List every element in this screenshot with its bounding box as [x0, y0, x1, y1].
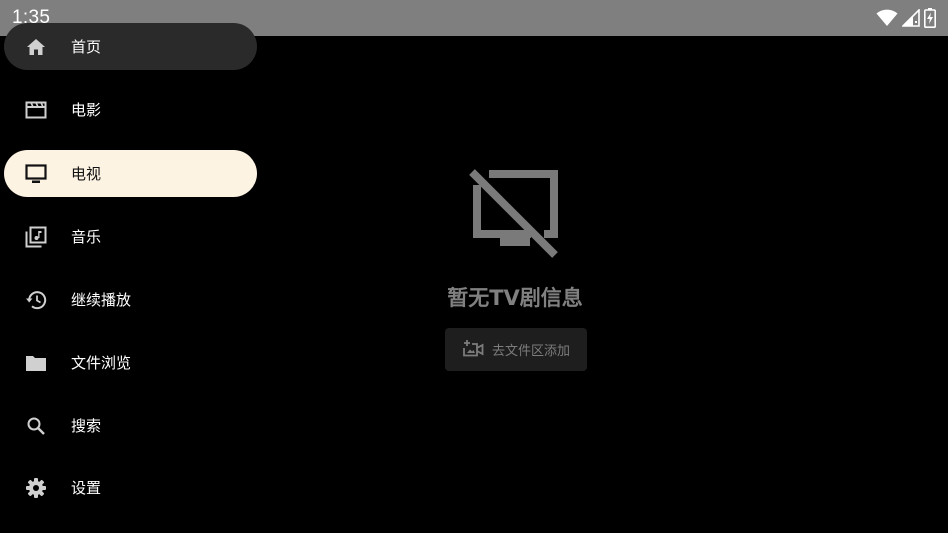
nav-item-label: 首页 — [71, 38, 102, 56]
nav-item-label: 继续播放 — [71, 291, 132, 309]
nav-item-continue-watching[interactable]: 继续播放 — [4, 276, 257, 323]
cell-signal-icon — [902, 9, 920, 27]
settings-icon — [25, 477, 47, 499]
nav-item-music[interactable]: 音乐 — [4, 213, 257, 260]
empty-state: 暂无TV剧信息 去文件区添加 — [262, 36, 948, 533]
history-icon — [25, 289, 47, 311]
empty-state-title: 暂无TV剧信息 — [447, 286, 583, 310]
add-video-icon — [462, 339, 484, 361]
tv-off-icon — [469, 169, 559, 259]
nav-item-tv[interactable]: 电视 — [4, 150, 257, 197]
nav-item-home[interactable]: 首页 — [4, 23, 257, 70]
status-icons — [876, 8, 936, 28]
nav-item-label: 文件浏览 — [71, 354, 132, 372]
nav-item-file-browser[interactable]: 文件浏览 — [4, 339, 257, 386]
home-icon — [25, 36, 47, 58]
wifi-icon — [876, 9, 898, 26]
search-icon — [25, 415, 47, 437]
nav-item-movies[interactable]: 电影 — [4, 86, 257, 133]
nav-item-settings[interactable]: 设置 — [4, 464, 257, 511]
tv-icon — [25, 163, 47, 185]
music-library-icon — [25, 226, 47, 248]
folder-icon — [25, 352, 47, 374]
nav-item-label: 音乐 — [71, 228, 102, 246]
navigation-drawer: 首页 电影 电视 音乐 继续播放 文件浏览 搜索 设置 — [0, 23, 262, 533]
nav-item-label: 搜索 — [71, 417, 102, 435]
battery-charging-icon — [924, 8, 936, 28]
nav-item-label: 电影 — [71, 101, 102, 119]
nav-item-label: 设置 — [71, 479, 102, 497]
nav-item-search[interactable]: 搜索 — [4, 402, 257, 449]
nav-item-label: 电视 — [71, 165, 102, 183]
add-from-files-label: 去文件区添加 — [491, 344, 570, 359]
movie-icon — [25, 99, 47, 121]
add-from-files-button[interactable]: 去文件区添加 — [445, 328, 587, 371]
